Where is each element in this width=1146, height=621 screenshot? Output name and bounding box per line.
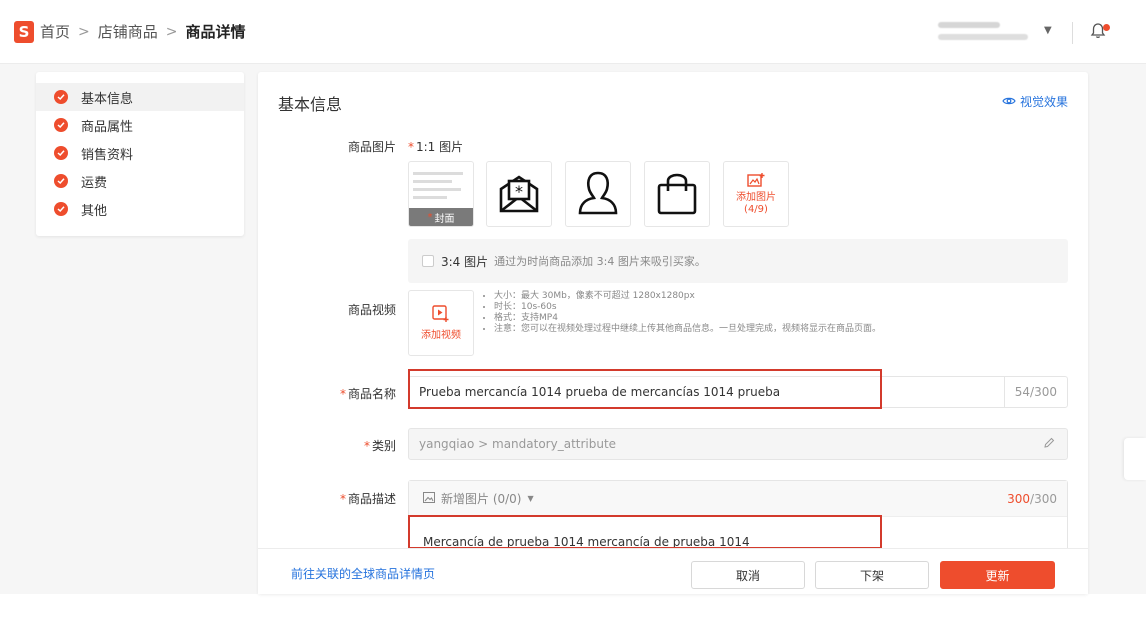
check-circle-icon <box>54 90 68 104</box>
envelope-star-icon: * <box>495 171 543 218</box>
section-title: 基本信息 <box>278 95 343 114</box>
side-drawer-tab[interactable] <box>1124 438 1146 480</box>
pencil-icon[interactable] <box>1043 437 1055 452</box>
action-footer: 前往关联的全球商品详情页 取消 下架 更新 <box>258 548 1088 594</box>
eye-icon <box>1002 95 1016 109</box>
ratio-3-4-option: 3:4 图片 通过为时尚商品添加 3:4 图片来吸引买家。 <box>408 239 1068 283</box>
check-circle-icon <box>54 118 68 132</box>
description-counter: 300/300 <box>1007 492 1057 506</box>
nav-item-attributes[interactable]: 商品属性 <box>36 111 244 139</box>
breadcrumb-separator: > <box>78 23 90 40</box>
nav-item-label: 销售资料 <box>81 147 134 163</box>
ratio-3-4-checkbox[interactable] <box>422 255 434 267</box>
description-label: * 商品描述 <box>339 492 396 506</box>
preview-link[interactable]: 视觉效果 <box>1002 93 1068 110</box>
delist-button[interactable]: 下架 <box>815 561 929 589</box>
check-circle-icon <box>54 174 68 188</box>
highlight-box <box>408 515 882 549</box>
add-description-image-button[interactable]: 新增图片 (0/0) <box>441 490 522 507</box>
user-icon <box>576 169 620 220</box>
video-requirements: 大小：最大 30Mb，像素不可超过 1280x1280px 时长：10s-60s… <box>484 291 904 335</box>
caret-down-icon[interactable]: ▼ <box>528 494 534 503</box>
product-name-label: * 商品名称 <box>339 387 396 401</box>
add-image-label: 添加图片 <box>736 192 776 203</box>
nav-item-basic-info[interactable]: 基本信息 <box>36 83 244 111</box>
ratio-3-4-title: 3:4 图片 <box>441 254 489 269</box>
account-company-blurred <box>938 34 1028 40</box>
product-video-label: 商品视频 <box>347 303 396 317</box>
nav-item-label: 其他 <box>81 203 108 219</box>
shop-logo[interactable]: S <box>14 20 34 43</box>
product-name-counter: 54/300 <box>1003 377 1067 407</box>
breadcrumb-current: 商品详情 <box>185 23 246 41</box>
account-name-blurred <box>938 22 1000 28</box>
cover-badge: * 封面 <box>409 208 473 226</box>
ratio-3-4-description: 通过为时尚商品添加 3:4 图片来吸引买家。 <box>494 255 706 268</box>
image-ratio-label: * 1:1 图片 <box>408 140 464 154</box>
image-icon <box>423 491 435 506</box>
breadcrumb-shop-products[interactable]: 店铺商品 <box>98 21 158 42</box>
section-nav: 基本信息 商品属性 销售资料 运费 其他 <box>36 72 244 236</box>
shopping-bag-icon <box>654 169 700 220</box>
global-product-link[interactable]: 前往关联的全球商品详情页 <box>291 565 435 582</box>
preview-label: 视觉效果 <box>1019 95 1068 109</box>
chevron-down-icon[interactable]: ▼ <box>1044 25 1052 36</box>
account-switcher[interactable] <box>938 22 1028 40</box>
notification-dot <box>1103 24 1110 31</box>
nav-item-label: 商品属性 <box>81 119 134 135</box>
video-add-icon <box>432 305 450 326</box>
header-divider <box>1072 22 1073 44</box>
product-image-cover[interactable]: * 封面 <box>408 161 474 227</box>
video-rule: 时长：10s-60s <box>494 302 904 313</box>
nav-item-sales-info[interactable]: 销售资料 <box>36 139 244 167</box>
description-toolbar: 新增图片 (0/0) ▼ 300/300 <box>409 481 1067 517</box>
cancel-button[interactable]: 取消 <box>691 561 805 589</box>
add-image-count: (4/9) <box>744 204 768 215</box>
product-images-label: 商品图片 <box>347 140 396 154</box>
breadcrumb-separator: > <box>165 23 178 40</box>
svg-text:*: * <box>515 182 523 201</box>
nav-item-others[interactable]: 其他 <box>36 195 244 223</box>
highlight-box <box>408 369 882 409</box>
breadcrumb-home[interactable]: 首页 <box>40 21 70 42</box>
video-rule: 注意：您可以在视频处理过程中继续上传其他商品信息。一旦处理完成，视频将显示在商品… <box>494 324 904 335</box>
category-field[interactable]: yangqiao > mandatory_attribute <box>408 428 1068 460</box>
product-image-3[interactable] <box>565 161 631 227</box>
add-image-button[interactable]: 添加图片 (4/9) <box>723 161 789 227</box>
category-value: yangqiao > mandatory_attribute <box>419 437 617 451</box>
video-rule: 格式：支持MP4 <box>494 313 904 324</box>
image-add-icon <box>747 172 765 192</box>
cover-thumbnail <box>413 172 469 204</box>
product-image-2[interactable]: * <box>486 161 552 227</box>
nav-item-label: 基本信息 <box>81 91 134 107</box>
update-button[interactable]: 更新 <box>940 561 1055 589</box>
check-circle-icon <box>54 202 68 216</box>
nav-item-label: 运费 <box>81 175 108 191</box>
check-circle-icon <box>54 146 68 160</box>
add-video-label: 添加视频 <box>421 330 461 341</box>
add-video-button[interactable]: 添加视频 <box>408 290 474 356</box>
category-label: * 类别 <box>363 439 396 453</box>
basic-info-panel: 基本信息 视觉效果 商品图片 * 1:1 图片 * 封面 * 添加图片 (4/9… <box>258 72 1088 594</box>
nav-item-shipping[interactable]: 运费 <box>36 167 244 195</box>
video-rule: 大小：最大 30Mb，像素不可超过 1280x1280px <box>494 291 904 302</box>
product-image-4[interactable] <box>644 161 710 227</box>
